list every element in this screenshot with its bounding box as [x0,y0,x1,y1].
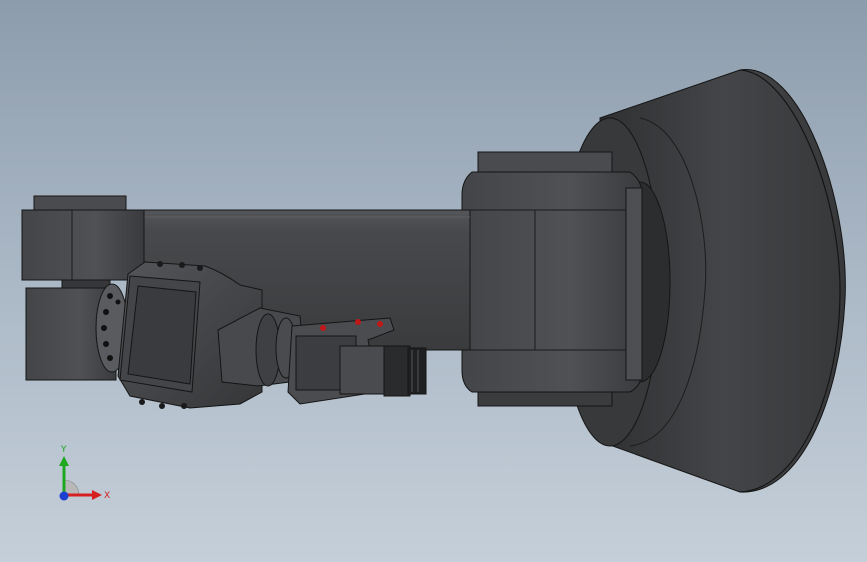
gripper-marker-2 [355,319,361,325]
3d-viewport[interactable]: Y X [0,0,867,562]
shoulder-joint[interactable] [461,151,643,407]
axis-triad: Y X [59,445,110,501]
z-axis-dot [59,491,69,501]
robot-arm-model[interactable] [0,0,867,562]
y-axis-label: Y [60,445,67,455]
gripper-marker-3 [377,321,383,327]
gripper-marker-1 [320,325,326,331]
x-axis-label: X [104,491,110,501]
